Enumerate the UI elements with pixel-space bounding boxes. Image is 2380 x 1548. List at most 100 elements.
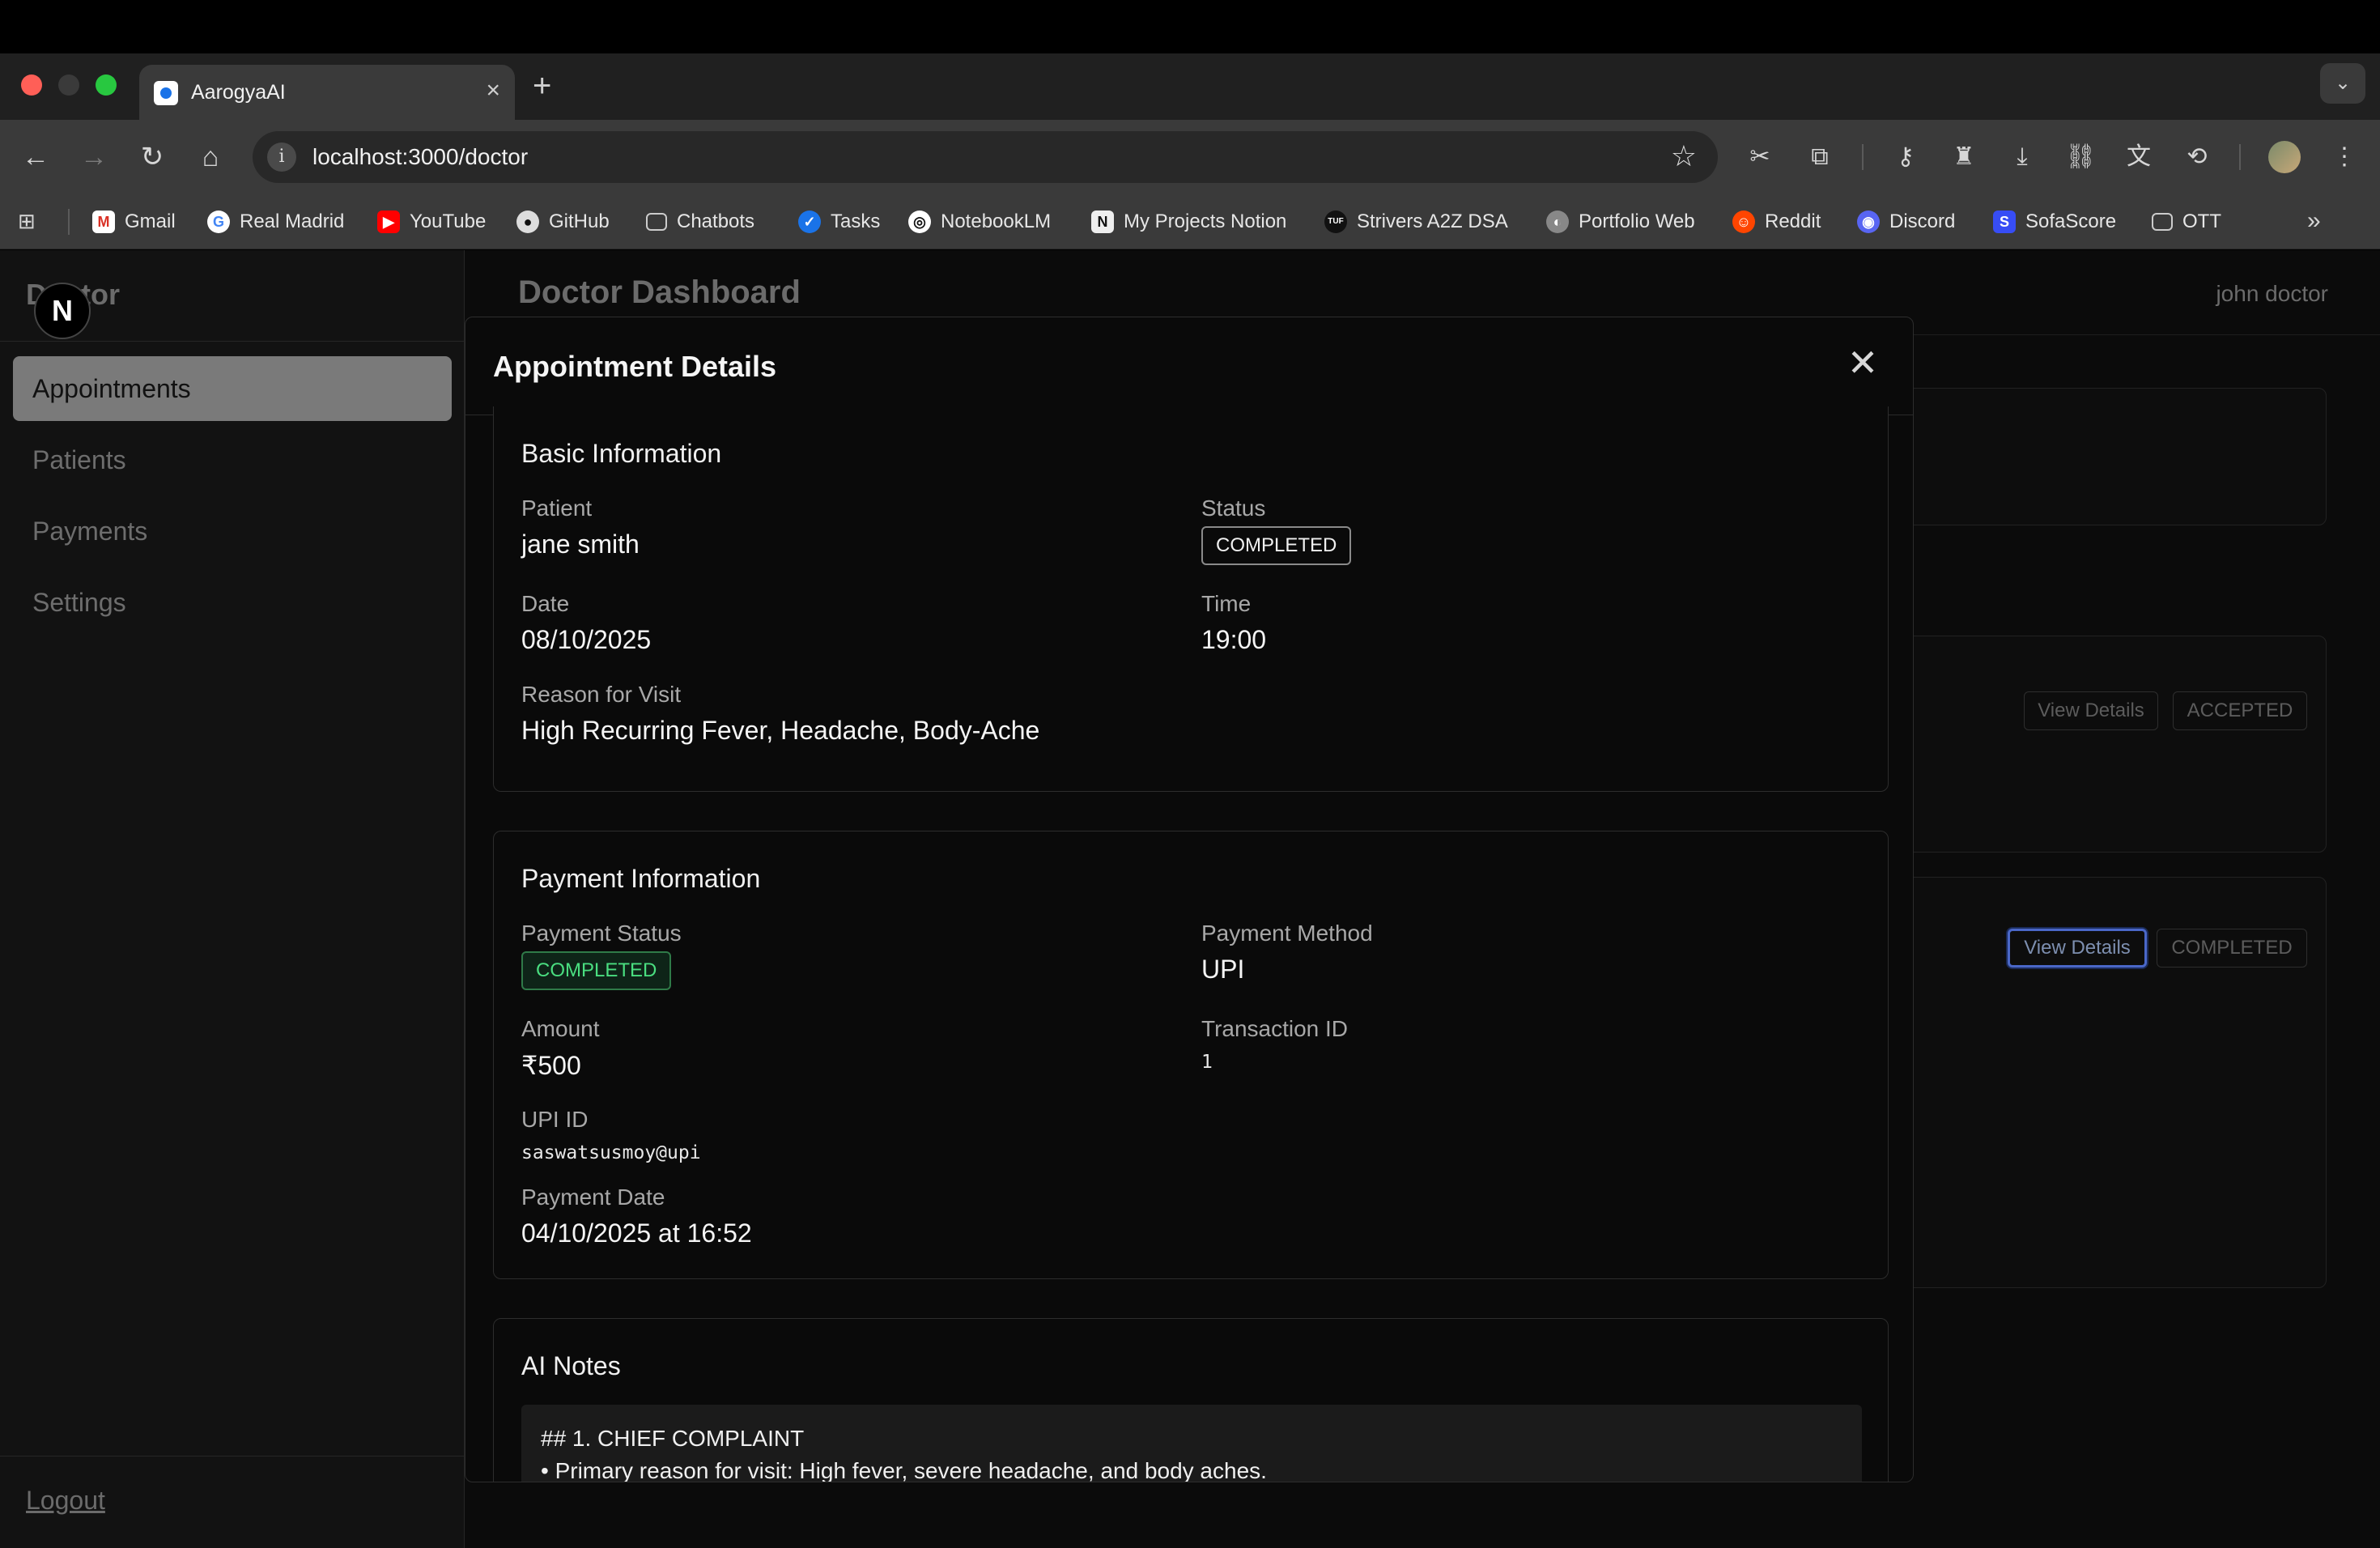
bookmark-label: Portfolio Web bbox=[1579, 211, 1695, 232]
notes-line: • Primary reason for visit: High fever, … bbox=[541, 1458, 1267, 1482]
bookmark-ott[interactable]: OTT bbox=[2152, 209, 2221, 235]
status-badge: COMPLETED bbox=[2157, 929, 2307, 968]
section-title: Payment Information bbox=[521, 864, 761, 893]
upi-id-value: saswatsusmoy@upi bbox=[521, 1142, 701, 1163]
home-icon[interactable]: ⌂ bbox=[193, 139, 228, 175]
view-details-button[interactable]: View Details bbox=[2024, 691, 2158, 730]
translate-icon[interactable]: 文 bbox=[2119, 138, 2158, 176]
sidebar-item-settings[interactable]: Settings bbox=[13, 570, 452, 635]
site-info-icon[interactable]: i bbox=[267, 142, 296, 172]
reload-icon[interactable]: ↻ bbox=[134, 139, 170, 175]
discord-icon: ◉ bbox=[1857, 211, 1880, 233]
address-bar[interactable]: i localhost:3000/doctor ☆ bbox=[253, 131, 1718, 183]
menu-kebab-icon[interactable]: ⋮ bbox=[2325, 138, 2364, 176]
bookmark-sofascore[interactable]: S SofaScore bbox=[1993, 209, 2116, 235]
password-key-icon[interactable]: ⚷ bbox=[1886, 138, 1925, 176]
upi-id-label: UPI ID bbox=[521, 1107, 589, 1132]
bookmark-tasks[interactable]: ✓ Tasks bbox=[798, 209, 880, 235]
bookmark-label: My Projects Notion bbox=[1124, 211, 1287, 232]
browser-toolbar: ← → ↻ ⌂ i localhost:3000/doctor ☆ ✂ ⧉ ⚷ … bbox=[0, 120, 2380, 194]
amount-label: Amount bbox=[521, 1016, 600, 1041]
top-strip bbox=[0, 0, 2380, 53]
section-title: AI Notes bbox=[521, 1351, 621, 1380]
bookmark-notion[interactable]: N My Projects Notion bbox=[1091, 209, 1286, 235]
globe-icon: ◐ bbox=[1546, 211, 1569, 233]
bookmark-portfolio[interactable]: ◐ Portfolio Web bbox=[1546, 209, 1695, 235]
link-icon[interactable]: ⛓ bbox=[2061, 138, 2100, 176]
profile-avatar[interactable] bbox=[2268, 141, 2301, 173]
site-favicon-icon bbox=[154, 81, 178, 105]
tab-search-chevron-icon[interactable]: ⌄ bbox=[2320, 63, 2365, 104]
window-maximize-button[interactable] bbox=[96, 74, 117, 96]
sidebar: Doctor N Appointments Patients Payments … bbox=[0, 250, 465, 1548]
section-title: Basic Information bbox=[521, 439, 722, 468]
bookmark-label: GitHub bbox=[549, 211, 610, 232]
ai-notes-content: ## 1. CHIEF COMPLAINT • Primary reason f… bbox=[521, 1405, 1862, 1482]
close-icon[interactable]: ✕ bbox=[1845, 344, 1881, 382]
modal-title: Appointment Details bbox=[493, 350, 777, 383]
bookmark-label: Discord bbox=[1889, 211, 1956, 232]
sidebar-divider bbox=[0, 341, 465, 342]
bookmark-github[interactable]: ● GitHub bbox=[516, 209, 610, 235]
toolbar-divider bbox=[2239, 144, 2241, 170]
sidebar-item-appointments[interactable]: Appointments bbox=[13, 356, 452, 421]
bookmark-notebooklm[interactable]: ◎ NotebookLM bbox=[908, 209, 1051, 235]
back-arrow-icon[interactable]: ← bbox=[18, 139, 53, 175]
bookmark-label: Reddit bbox=[1765, 211, 1821, 232]
time-label: Time bbox=[1201, 591, 1252, 616]
more-bookmarks-icon[interactable]: » bbox=[2307, 207, 2321, 235]
sidebar-item-patients[interactable]: Patients bbox=[13, 427, 452, 492]
status-badge: ACCEPTED bbox=[2173, 691, 2307, 730]
incognito-icon[interactable]: ♜ bbox=[1944, 138, 1983, 176]
time-value: 19:00 bbox=[1201, 625, 1267, 654]
history-icon[interactable]: ⟲ bbox=[2178, 138, 2216, 176]
bookmark-strivers[interactable]: TUF Strivers A2Z DSA bbox=[1324, 209, 1508, 235]
tuf-icon: TUF bbox=[1324, 211, 1347, 233]
folder-icon bbox=[2152, 213, 2173, 231]
view-details-button[interactable]: View Details bbox=[2008, 929, 2147, 968]
forward-arrow-icon[interactable]: → bbox=[76, 139, 112, 175]
bookmark-star-icon[interactable]: ☆ bbox=[1671, 139, 1697, 173]
bookmark-chatbots[interactable]: Chatbots bbox=[646, 209, 754, 235]
bookmark-discord[interactable]: ◉ Discord bbox=[1857, 209, 1955, 235]
browser-tab-active[interactable]: AarogyaAI × bbox=[139, 65, 515, 120]
bookmark-label: Gmail bbox=[125, 211, 176, 232]
bookmarks-divider bbox=[68, 209, 70, 235]
sidebar-footer-divider bbox=[0, 1456, 465, 1457]
tab-title: AarogyaAI bbox=[191, 81, 286, 104]
window-close-button[interactable] bbox=[21, 74, 42, 96]
download-icon[interactable]: ⤓ bbox=[2003, 138, 2042, 176]
bookmarks-bar: ⊞ M Gmail G Real Madrid ▶ YouTube ● GitHub C… bbox=[0, 194, 2380, 249]
extension-icon[interactable]: ✂ bbox=[1740, 138, 1779, 176]
apps-grid-icon[interactable]: ⊞ bbox=[18, 209, 42, 233]
appointment-details-modal: Appointment Details ✕ Basic Information … bbox=[465, 317, 1914, 1482]
github-icon: ● bbox=[516, 211, 539, 233]
browser-tab-bar: AarogyaAI × + ⌄ bbox=[0, 53, 2380, 120]
bookmark-real-madrid[interactable]: G Real Madrid bbox=[207, 209, 344, 235]
url-text[interactable]: localhost:3000/doctor bbox=[312, 144, 528, 170]
bookmark-label: NotebookLM bbox=[941, 211, 1052, 232]
payment-status-label: Payment Status bbox=[521, 921, 682, 946]
payment-status-badge: COMPLETED bbox=[521, 951, 672, 990]
logout-link[interactable]: Logout bbox=[26, 1486, 105, 1516]
appointment-status-badge: COMPLETED bbox=[1201, 526, 1352, 565]
bookmark-label: YouTube bbox=[410, 211, 487, 232]
notion-icon: N bbox=[1091, 211, 1114, 233]
bookmark-label: OTT bbox=[2182, 211, 2221, 232]
tab-close-icon[interactable]: × bbox=[486, 76, 500, 105]
window-minimize-button[interactable] bbox=[58, 74, 79, 96]
bookmark-reddit[interactable]: ☺ Reddit bbox=[1732, 209, 1821, 235]
folder-icon bbox=[646, 213, 667, 231]
status-label: Status bbox=[1201, 495, 1266, 521]
bookmark-label: SofaScore bbox=[2025, 211, 2117, 232]
sidebar-item-payments[interactable]: Payments bbox=[13, 499, 452, 563]
date-value: 08/10/2025 bbox=[521, 625, 652, 654]
bookmark-youtube[interactable]: ▶ YouTube bbox=[377, 209, 486, 235]
nextjs-logo-icon[interactable]: N bbox=[34, 283, 91, 339]
payment-date-label: Payment Date bbox=[521, 1184, 665, 1210]
ai-notes-section: AI Notes ## 1. CHIEF COMPLAINT • Primary… bbox=[493, 1318, 1889, 1482]
extensions-puzzle-icon[interactable]: ⧉ bbox=[1800, 138, 1839, 176]
bookmark-gmail[interactable]: M Gmail bbox=[92, 209, 176, 235]
new-tab-icon[interactable]: + bbox=[533, 68, 551, 104]
payment-method-label: Payment Method bbox=[1201, 921, 1373, 946]
